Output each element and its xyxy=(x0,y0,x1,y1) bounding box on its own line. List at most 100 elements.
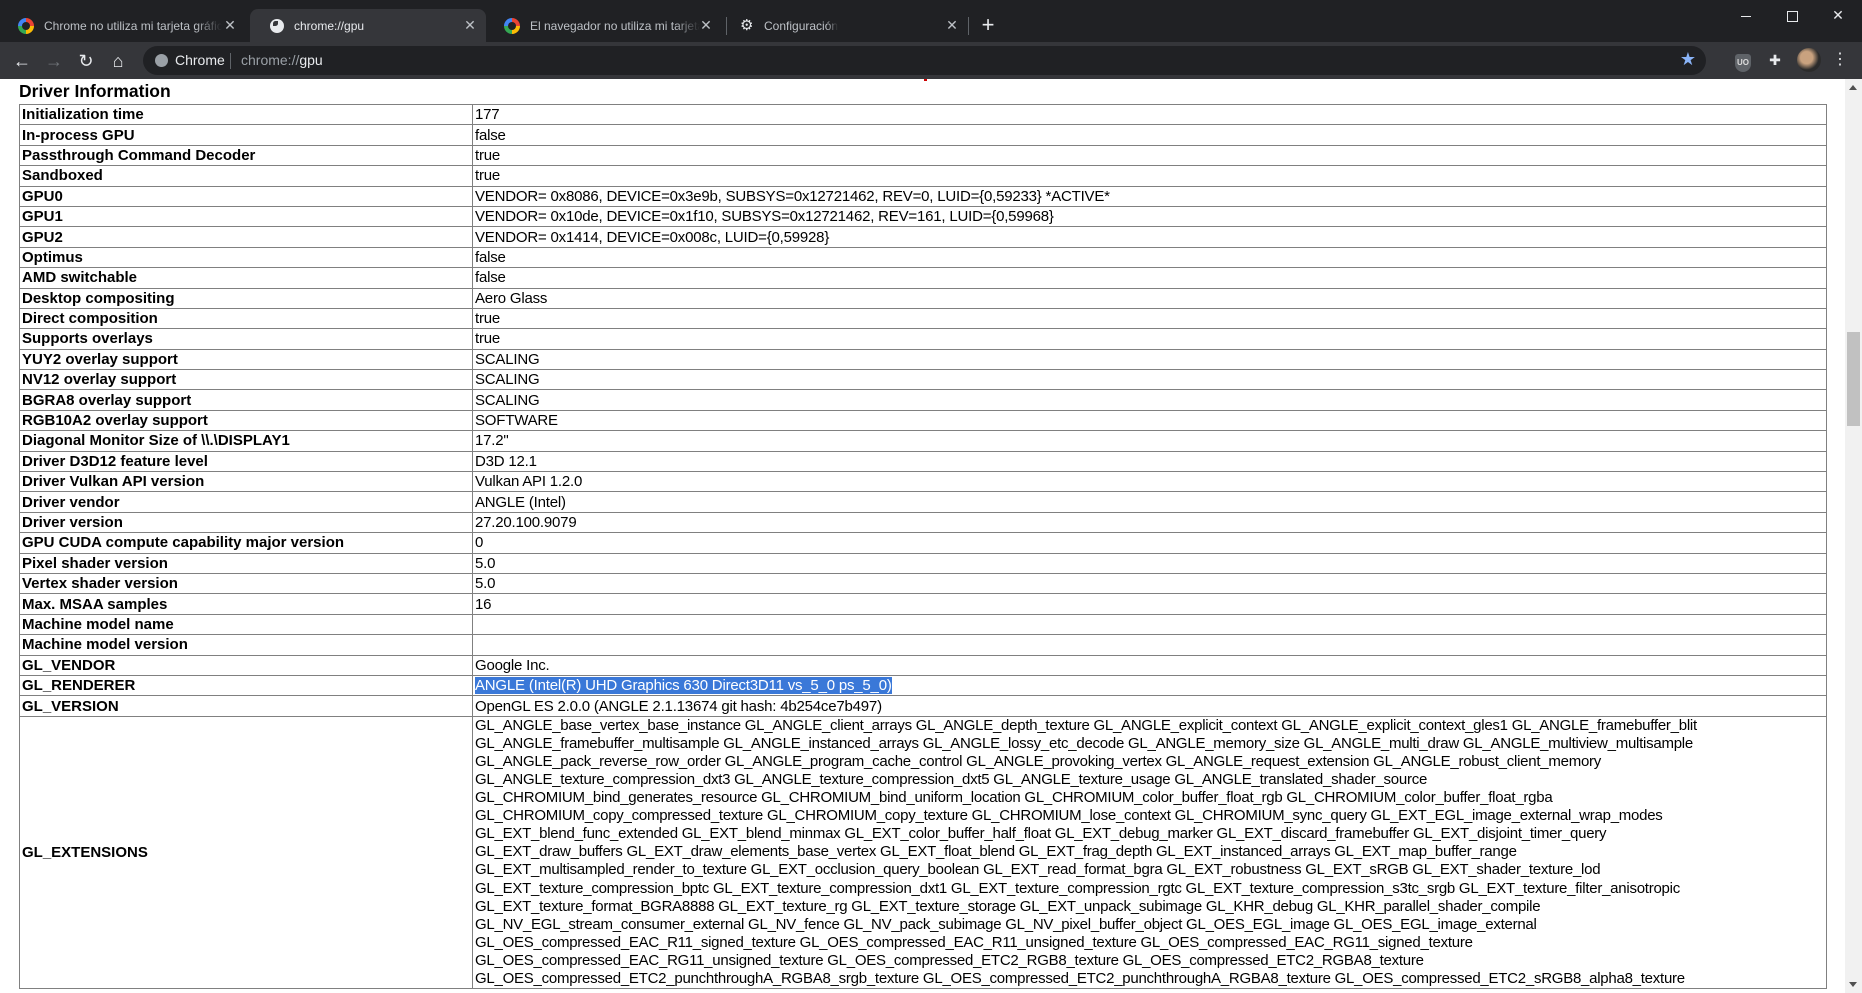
maximize-button[interactable] xyxy=(1769,0,1815,30)
row-value xyxy=(472,613,1827,636)
table-row: GPU2 VENDOR= 0x1414, DEVICE=0x008c, LUID=… xyxy=(19,226,1827,248)
row-key: AMD switchable xyxy=(19,267,473,289)
tab-el-navegador[interactable]: El navegador no utiliza mi tarjeta gráfi… xyxy=(486,9,722,42)
tab-chrome-no-utiliza[interactable]: Chrome no utiliza mi tarjeta gráfica ✕ xyxy=(0,9,246,42)
scrollbar-thumb[interactable] xyxy=(1847,332,1860,426)
extension-line: GL_EXT_texture_compression_bptc GL_EXT_t… xyxy=(475,879,1680,897)
row-key: GL_VERSION xyxy=(19,695,473,717)
tab-strip: Chrome no utiliza mi tarjeta gráfica ✕ c… xyxy=(0,0,1862,42)
back-button[interactable]: ← xyxy=(9,48,35,74)
row-key: GL_RENDERER xyxy=(19,674,473,697)
extension-line: GL_OES_compressed_EAC_R11_signed_texture… xyxy=(475,933,1473,951)
row-value: SCALING xyxy=(472,348,1827,371)
table-row: Driver D3D12 feature level D3D 12.1 xyxy=(19,450,1827,473)
chrome-menu-button[interactable]: ⋮ xyxy=(1832,50,1848,70)
page-content: Driver Information Initialization time 17… xyxy=(0,79,1845,993)
extensions-button[interactable]: ✚ xyxy=(1765,50,1785,70)
row-key: Desktop compositing xyxy=(19,287,473,309)
table-row: In-process GPU false xyxy=(19,124,1827,146)
row-value: ANGLE (Intel(R) UHD Graphics 630 Direct3… xyxy=(472,674,1827,697)
table-row: BGRA8 overlay support SCALING xyxy=(19,389,1827,411)
decorative-mark xyxy=(924,79,927,81)
puzzle-icon: ✚ xyxy=(1769,52,1781,68)
google-icon xyxy=(504,17,520,34)
row-value: Google Inc. xyxy=(472,654,1827,676)
row-value: D3D 12.1 xyxy=(472,450,1827,473)
extension-line: GL_ANGLE_base_vertex_base_instance GL_AN… xyxy=(475,716,1697,734)
table-row: Vertex shader version 5.0 xyxy=(19,572,1827,595)
row-key: Machine model version xyxy=(19,634,473,656)
row-value: false xyxy=(472,246,1827,269)
row-key: In-process GPU xyxy=(19,124,473,146)
row-key: Passthrough Command Decoder xyxy=(19,144,473,167)
extension-line: GL_ANGLE_framebuffer_multisample GL_ANGL… xyxy=(475,734,1693,752)
row-key: YUY2 overlay support xyxy=(19,348,473,371)
extension-line: GL_NV_EGL_stream_consumer_external GL_NV… xyxy=(475,915,1537,933)
ublock-extension-button[interactable]: UO xyxy=(1733,50,1753,72)
forward-button[interactable]: → xyxy=(41,48,67,74)
close-icon: ✕ xyxy=(1832,7,1844,23)
extension-line: GL_EXT_draw_buffers GL_EXT_draw_elements… xyxy=(475,843,1517,861)
row-key: GL_VENDOR xyxy=(19,654,473,676)
toolbar: ← → ↻ ⌂ Chrome chrome://gpu ★ UO ✚ ⋮ xyxy=(0,42,1862,79)
reload-button[interactable]: ↻ xyxy=(73,48,99,74)
row-key: Optimus xyxy=(19,246,473,269)
extension-line: GL_EXT_texture_format_BGRA8888 GL_EXT_te… xyxy=(475,897,1541,915)
close-window-button[interactable]: ✕ xyxy=(1815,0,1861,30)
scroll-up-arrow-icon[interactable] xyxy=(1849,85,1857,90)
selected-text[interactable]: ANGLE (Intel(R) UHD Graphics 630 Direct3… xyxy=(475,677,892,695)
home-button[interactable]: ⌂ xyxy=(105,48,131,74)
tab-configuracion[interactable]: ⚙ Configuración ✕ xyxy=(722,9,968,42)
table-row: RGB10A2 overlay support SOFTWARE xyxy=(19,409,1827,432)
row-value: true xyxy=(472,144,1827,167)
row-key: GPU CUDA compute capability major versio… xyxy=(19,532,473,554)
row-key: Driver version xyxy=(19,511,473,534)
row-value: 177 xyxy=(472,103,1827,126)
row-value: false xyxy=(472,267,1827,289)
extension-line: GL_ANGLE_pack_reverse_row_order GL_ANGLE… xyxy=(475,752,1602,770)
close-icon[interactable]: ✕ xyxy=(222,17,238,33)
home-icon: ⌂ xyxy=(112,51,124,71)
tab-chrome-gpu[interactable]: chrome://gpu ✕ xyxy=(250,9,486,42)
row-value: false xyxy=(472,124,1827,146)
profile-avatar[interactable] xyxy=(1797,48,1821,72)
table-row: Direct composition true xyxy=(19,307,1827,330)
ublock-shield-icon: UO xyxy=(1735,54,1751,72)
row-value: Vulkan API 1.2.0 xyxy=(472,471,1827,493)
row-value: SOFTWARE xyxy=(472,409,1827,432)
row-value: 5.0 xyxy=(472,552,1827,574)
row-key: GPU2 xyxy=(19,226,473,248)
table-row: NV12 overlay support SCALING xyxy=(19,369,1827,391)
row-key: GL_EXTENSIONS xyxy=(19,715,473,990)
close-icon[interactable]: ✕ xyxy=(944,17,960,33)
row-value: OpenGL ES 2.0.0 (ANGLE 2.1.13674 git has… xyxy=(472,695,1827,717)
table-row: GL_RENDERER ANGLE (Intel(R) UHD Graphics … xyxy=(19,674,1827,697)
table-row: Pixel shader version 5.0 xyxy=(19,552,1827,574)
url-text[interactable]: chrome://gpu xyxy=(241,52,323,68)
row-value: 17.2" xyxy=(472,430,1827,452)
google-icon xyxy=(18,17,34,34)
table-row-gl-extensions: GL_EXTENSIONS GL_ANGLE_base_vertex_base_i… xyxy=(19,715,1827,990)
tab-title: El navegador no utiliza mi tarjeta gráfi… xyxy=(530,18,700,33)
table-row: Sandboxed true xyxy=(19,165,1827,187)
row-key: Direct composition xyxy=(19,307,473,330)
row-value: ANGLE (Intel) xyxy=(472,491,1827,513)
extension-line: GL_EXT_blend_func_extended GL_EXT_blend_… xyxy=(475,825,1607,843)
bookmark-star-icon[interactable]: ★ xyxy=(1680,49,1696,70)
section-title: Driver Information xyxy=(19,81,171,101)
row-value: 27.20.100.9079 xyxy=(472,511,1827,534)
scroll-down-arrow-icon[interactable] xyxy=(1849,982,1857,987)
new-tab-button[interactable]: + xyxy=(976,14,1000,38)
arrow-left-icon: ← xyxy=(13,51,31,71)
arrow-right-icon: → xyxy=(45,51,63,71)
row-key: GPU1 xyxy=(19,205,473,228)
page-scrollbar[interactable] xyxy=(1845,79,1862,993)
close-icon[interactable]: ✕ xyxy=(698,17,714,33)
minimize-button[interactable] xyxy=(1723,0,1769,30)
close-icon[interactable]: ✕ xyxy=(462,17,478,33)
extension-line: GL_EXT_multisampled_render_to_texture GL… xyxy=(475,861,1601,879)
address-bar[interactable]: Chrome chrome://gpu ★ xyxy=(143,46,1706,75)
tab-title: Configuración xyxy=(764,18,839,33)
url-scheme: chrome:// xyxy=(241,52,300,68)
extension-line: GL_OES_compressed_EAC_RG11_unsigned_text… xyxy=(475,951,1424,969)
